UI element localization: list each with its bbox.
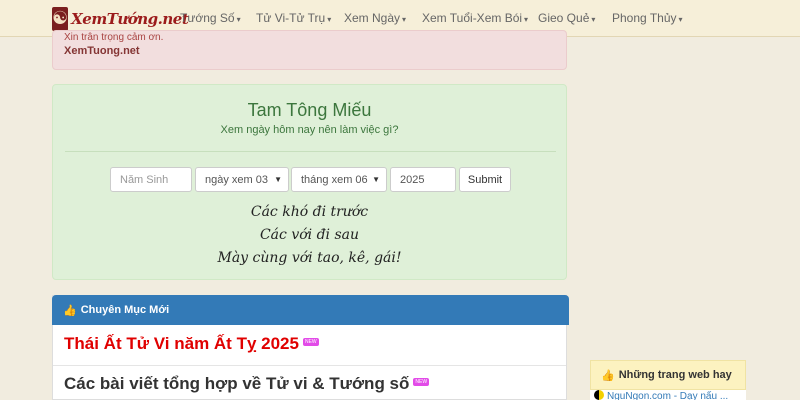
list-item[interactable]: Thái Ất Tử Vi năm Ất Tỵ 2025 NEW [53,326,566,366]
poem-line: Các với đi sau [259,227,360,243]
new-badge: NEW [302,338,319,346]
year-input[interactable]: 2025 [390,167,456,192]
list-item[interactable]: Các bài viết tổng hợp về Tử vi & Tướng s… [53,366,566,400]
nav-item-phong-thuy[interactable]: Phong Thủy ▾ [612,11,683,25]
nav-item-gieo-que[interactable]: Gieo Quẻ ▾ [538,11,595,25]
nav-item-xem-ngay[interactable]: Xem Ngày ▾ [344,11,406,25]
poem-line: Mày cùng với tao, kê, gái! [217,250,402,266]
new-badge: NEW [413,378,430,386]
site-logo[interactable]: ☯ XemTướng.net [52,5,189,32]
day-select-value: ngày xem 03 [205,173,268,186]
panel-title: Tam Tông Miếu [247,100,372,120]
category-link[interactable]: Các bài viết tổng hợp về Tử vi & Tướng s… [64,374,409,393]
day-lookup-panel: Tam Tông Miếu Xem ngày hôm nay nên làm v… [52,84,567,280]
chevron-down-icon: ▾ [678,15,683,24]
chevron-down-icon: ▾ [524,15,529,24]
new-categories-box: 👍 Chuyên Mục Mới Thái Ất Tử Vi năm Ất Tỵ… [52,295,569,400]
category-link[interactable]: Thái Ất Tử Vi năm Ất Tỵ 2025 [64,334,299,353]
chevron-down-icon: ▼ [274,175,282,184]
month-select-value: tháng xem 06 [301,173,368,186]
nav-item-tuong-so[interactable]: Tướng Số ▾ [180,11,241,25]
submit-button[interactable]: Submit [459,167,511,192]
panel-subtitle: Xem ngày hôm nay nên làm việc gì? [220,124,399,136]
chevron-down-icon: ▾ [236,15,241,24]
chevron-down-icon: ▼ [372,175,380,184]
day-select[interactable]: ngày xem 03 ▼ [195,167,289,192]
sidebar-link[interactable]: NguNgon.com - Dạy nấu ... [590,390,746,400]
chevron-down-icon: ▾ [327,15,332,24]
thumbs-up-icon: 👍 [601,369,615,382]
yin-yang-icon: ☯ [52,6,69,31]
chevron-down-icon: ▾ [591,15,596,24]
nav-item-xem-tuoi[interactable]: Xem Tuổi-Xem Bói ▾ [422,11,528,25]
alert-box: Xin trân trọng cảm ơn. XemTuong.net [52,30,567,70]
categories-header: 👍 Chuyên Mục Mới [52,295,569,325]
poem-line: Các khó đi trước [250,204,369,220]
divider [65,151,556,152]
chevron-down-icon: ▾ [402,15,407,24]
sidebar-link-label: NguNgon.com - Dạy nấu ... [607,391,729,400]
birth-year-input[interactable]: Năm Sinh [110,167,192,192]
categories-title: Chuyên Mục Mới [80,304,170,316]
sidebar-title: Những trang web hay [618,369,732,381]
alert-link[interactable]: XemTuong.net [64,45,140,57]
alert-text: Xin trân trọng cảm ơn. [64,32,164,43]
thumbs-up-icon: 👍 [63,304,77,317]
nav-item-tu-vi[interactable]: Tử Vi-Tử Trụ ▾ [256,11,331,25]
brand-name: XemTướng.net [71,9,189,28]
sidebar-header: 👍 Những trang web hay [590,360,746,390]
yin-yang-icon [594,390,604,400]
month-select[interactable]: tháng xem 06 ▼ [291,167,387,192]
